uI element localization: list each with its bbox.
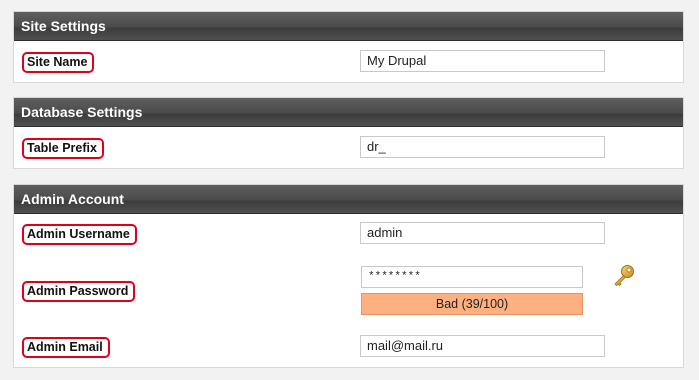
- password-strength-meter: Bad (39/100): [361, 293, 583, 315]
- site-name-input[interactable]: My Drupal: [360, 50, 605, 72]
- site-name-label: Site Name: [22, 52, 95, 73]
- table-prefix-input[interactable]: dr_: [360, 136, 605, 158]
- admin-account-header: Admin Account: [14, 185, 683, 214]
- table-prefix-label: Table Prefix: [22, 138, 104, 159]
- admin-account-section: Admin Account Admin Username admin *****…: [13, 184, 684, 368]
- admin-password-input[interactable]: ********: [361, 266, 583, 288]
- site-settings-header: Site Settings: [14, 12, 683, 41]
- admin-username-label: Admin Username: [22, 224, 137, 245]
- admin-password-label: Admin Password: [22, 281, 136, 302]
- database-settings-header: Database Settings: [14, 98, 683, 127]
- database-settings-section: Database Settings Table Prefix dr_: [13, 97, 684, 169]
- site-settings-section: Site Settings Site Name My Drupal: [13, 11, 684, 83]
- admin-email-label: Admin Email: [22, 337, 110, 358]
- admin-email-input[interactable]: mail@mail.ru: [360, 335, 605, 357]
- admin-username-input[interactable]: admin: [360, 222, 605, 244]
- key-icon[interactable]: [612, 264, 636, 288]
